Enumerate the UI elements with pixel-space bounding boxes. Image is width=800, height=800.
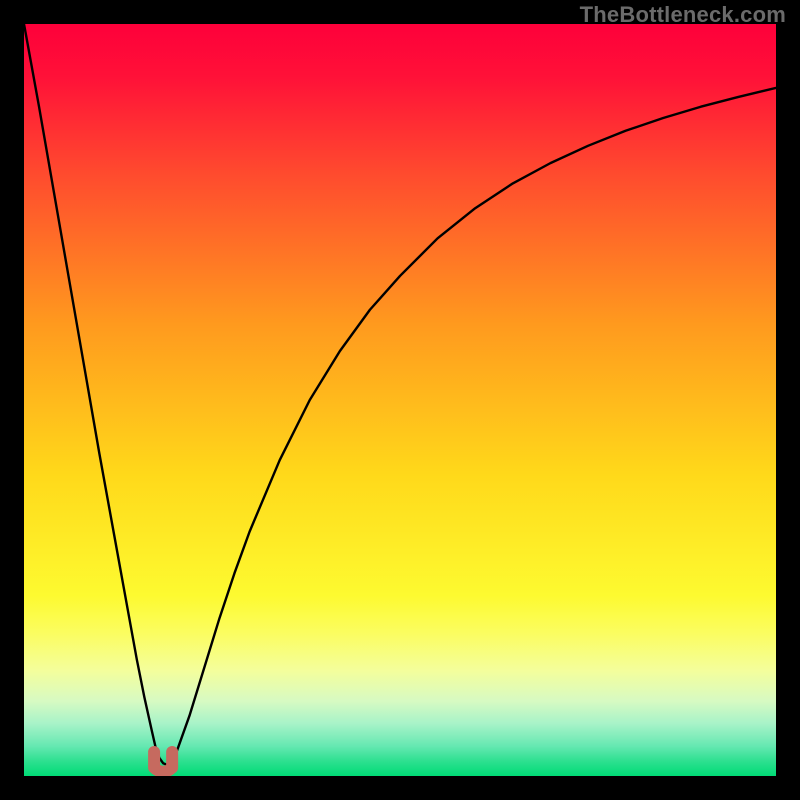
watermark-text: TheBottleneck.com (580, 2, 786, 28)
chart-outer-frame: TheBottleneck.com (0, 0, 800, 800)
chart-curve (24, 24, 776, 776)
chart-plot-area (24, 24, 776, 776)
